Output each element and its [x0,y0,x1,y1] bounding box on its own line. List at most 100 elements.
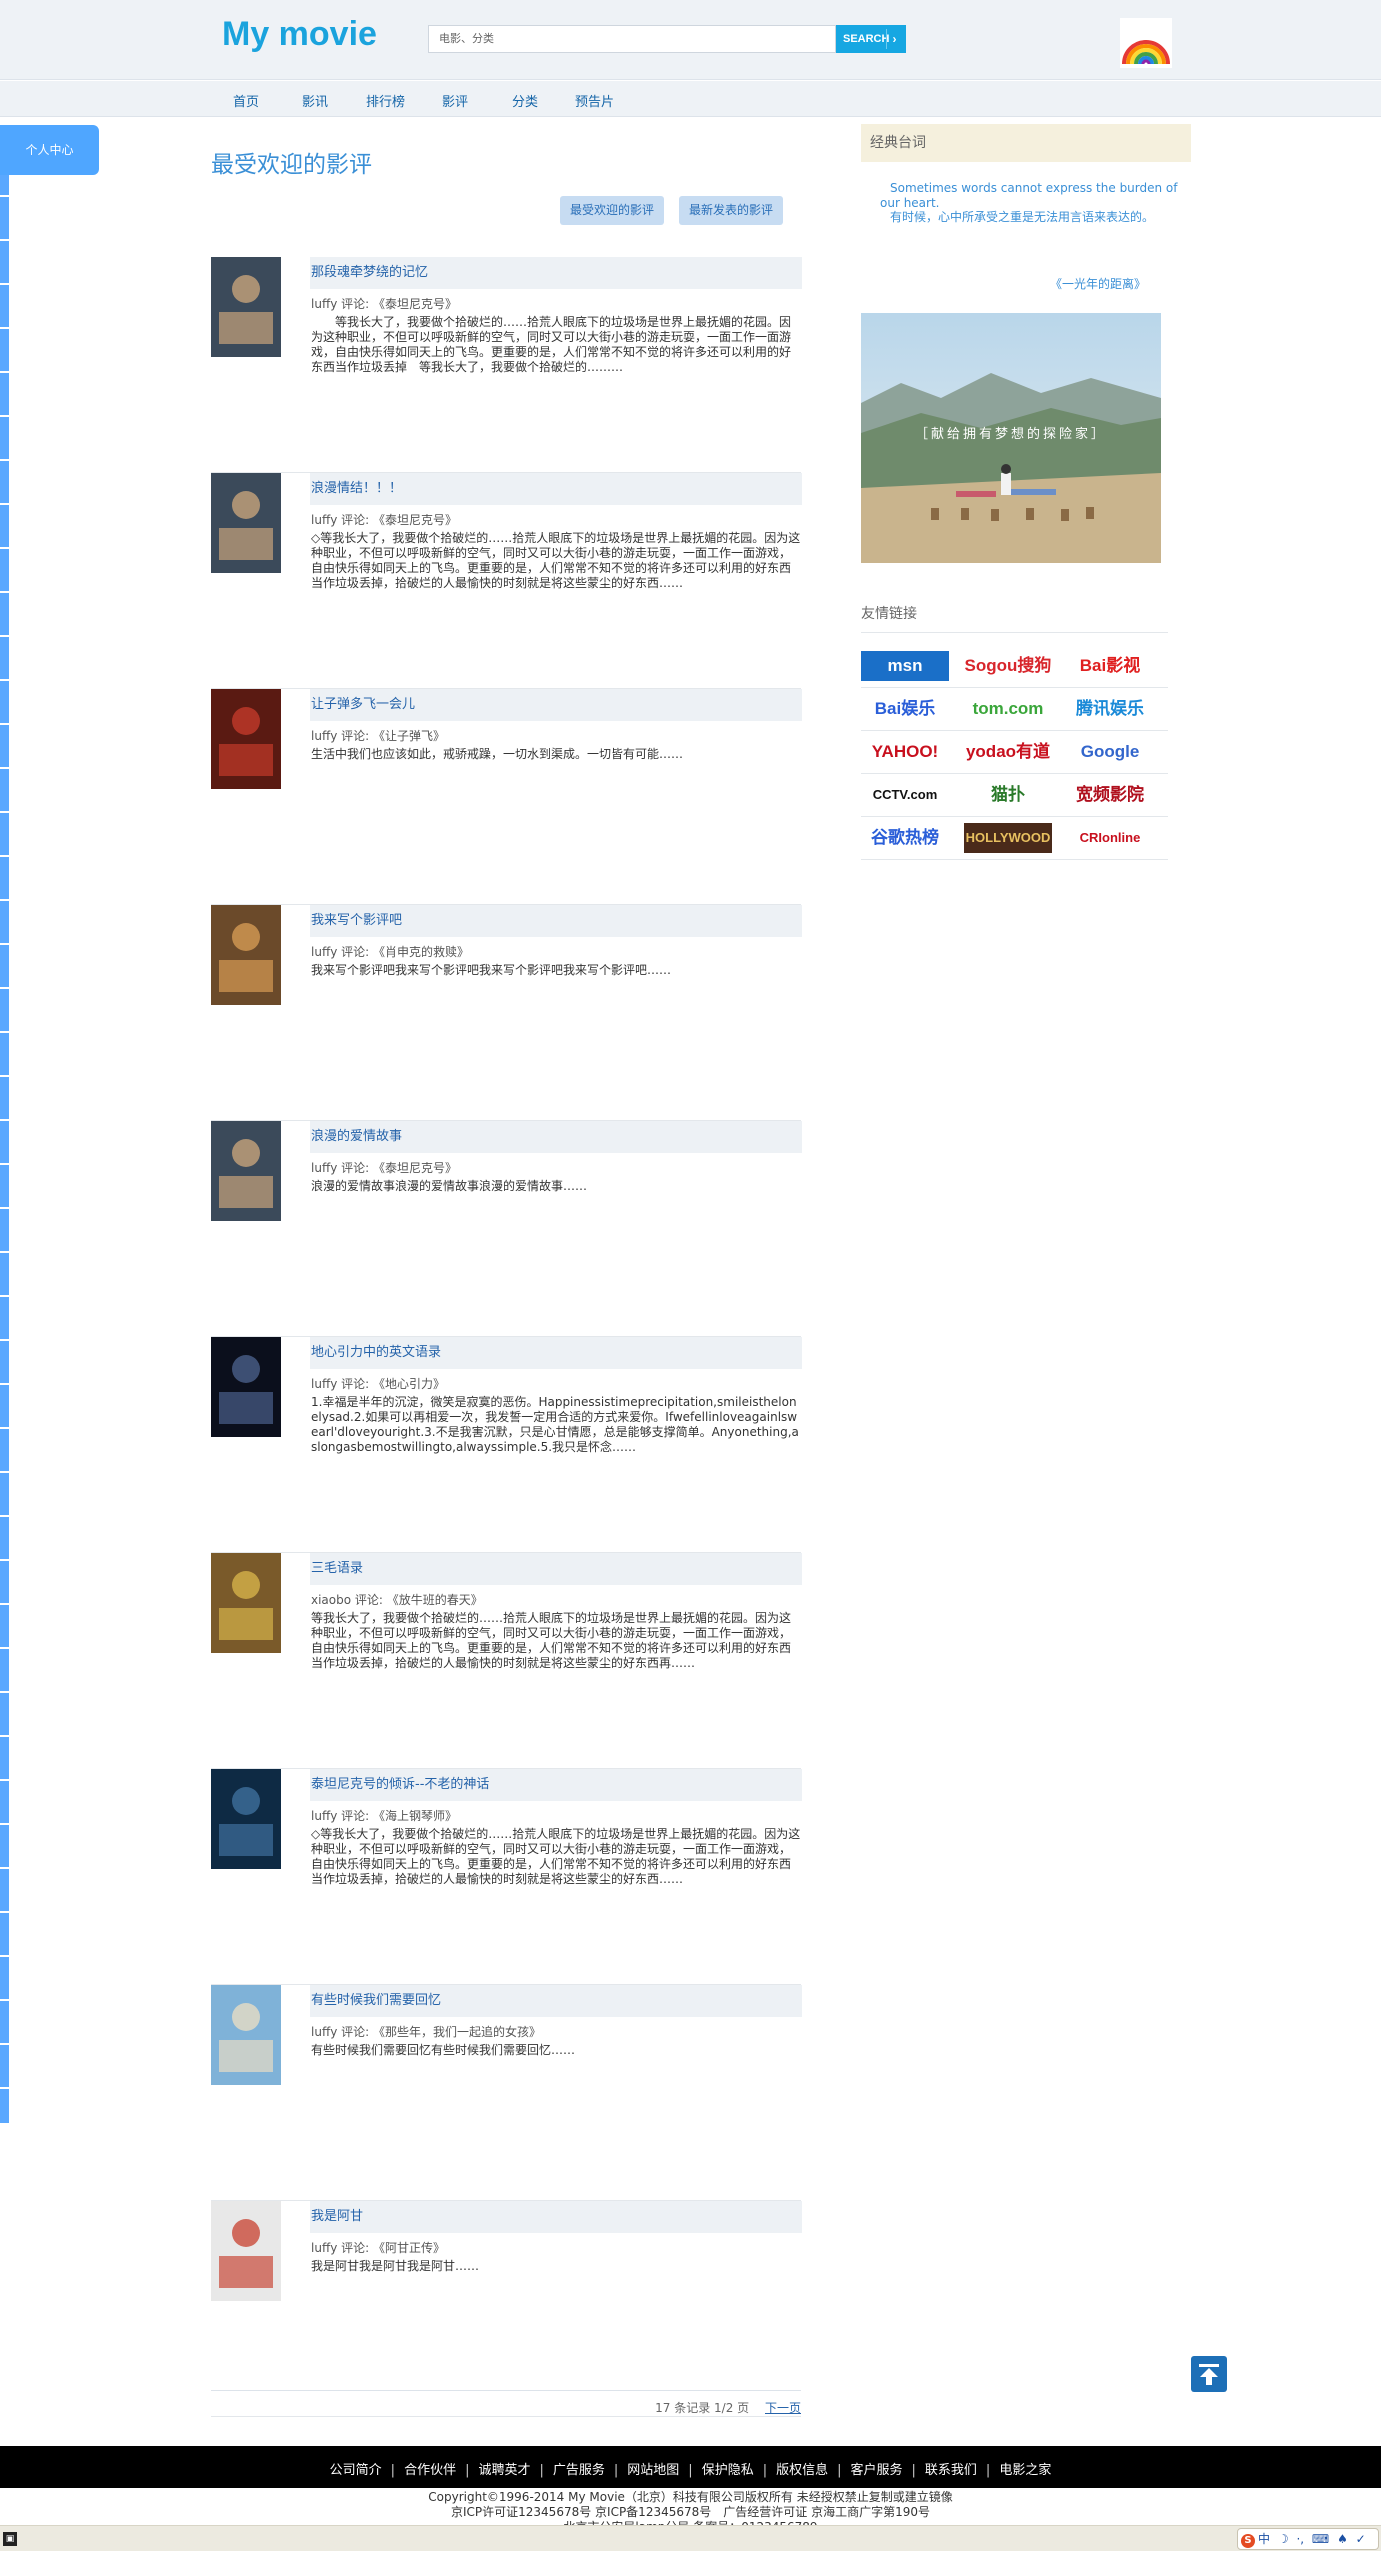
review-body: ◇等我长大了，我要做个拾破烂的……拾荒人眼底下的垃圾场是世界上最抚媚的花园。因为… [311,531,801,590]
quote-title: 经典台词 [861,124,1191,162]
side-strip-notch [0,503,9,505]
copyright-line: Copyright©1996-2014 My Movie（北京）科技有限公司版权… [428,2490,953,2504]
review-title[interactable]: 地心引力中的英文语录 [310,1337,802,1369]
dream-caption: ［献给拥有梦想的探险家］ [914,427,1107,442]
review-body: 生活中我们也应该如此，戒骄戒躁，一切水到渠成。一切皆有可能…… [311,747,684,761]
side-strip-notch [0,1559,9,1561]
movie-poster[interactable] [211,2201,281,2301]
movie-poster[interactable] [211,1553,281,1653]
side-strip-notch [0,1383,9,1385]
skin-icon: ♠ [1337,2532,1348,2546]
side-strip-notch [0,1339,9,1341]
friend-link-logo[interactable]: CRIonline [1066,823,1154,853]
review-title[interactable]: 泰坦尼克号的倾诉--不老的神话 [310,1769,802,1801]
footer-link[interactable]: 电影之家 [999,2463,1051,2478]
review-item: 泰坦尼克号的倾诉--不老的神话 luffy 评论: 《海上钢琴师》 ◇等我长大了，我… [211,1769,802,1985]
movie-poster[interactable] [211,1121,281,1221]
footer-link[interactable]: 联系我们 [925,2463,977,2478]
nav-home[interactable]: 首页 [233,91,259,110]
nav-trailers[interactable]: 预告片 [575,91,614,110]
search-button-label: SEARCH [843,33,890,45]
side-strip-notch [0,415,9,417]
movie-poster[interactable] [211,1769,281,1869]
review-title[interactable]: 有些时候我们需要回忆 [310,1985,802,2017]
rainbow-logo-icon [1120,18,1172,68]
friend-link-logo[interactable]: Sogou搜狗 [964,651,1052,681]
friend-link-logo[interactable]: Google [1066,737,1154,767]
friend-link-logo[interactable]: msn [861,651,949,681]
footer-separator: | [985,2463,991,2478]
movie-poster[interactable] [211,689,281,789]
footer-link[interactable]: 保护隐私 [702,2463,754,2478]
footer-link[interactable]: 网站地图 [627,2463,679,2478]
app-icon[interactable]: ▣ [3,2532,17,2546]
review-title[interactable]: 浪漫情结！！！ [310,473,802,505]
movie-poster[interactable] [211,257,281,357]
taskbar: ▣ S中 ☽ ·, ⌨ ♠ ✓ [0,2525,1381,2551]
footer-separator: | [390,2463,396,2478]
ime-toolbar[interactable]: S中 ☽ ·, ⌨ ♠ ✓ [1237,2528,1379,2550]
side-strip-notch [0,987,9,989]
review-item: 三毛语录 xiaobo 评论: 《放牛班的春天》 等我长大了，我要做个拾破烂的……拾… [211,1553,802,1769]
side-strip-notch [0,767,9,769]
friend-link-logo[interactable]: 腾讯娱乐 [1066,694,1154,724]
sort-latest-button[interactable]: 最新发表的影评 [679,196,784,225]
footer-link[interactable]: 版权信息 [776,2463,828,2478]
friend-link-logo[interactable]: CCTV.com [861,780,949,810]
friend-link-logo[interactable]: YAHOO! [861,737,949,767]
nav-categories[interactable]: 分类 [512,91,538,110]
footer-link[interactable]: 合作伙伴 [404,2463,456,2478]
nav-ranking[interactable]: 排行榜 [366,91,405,110]
movie-poster[interactable] [211,1337,281,1437]
friend-link-logo[interactable]: 宽频影院 [1066,780,1154,810]
side-strip-notch [0,1647,9,1649]
review-body: 1.幸福是半年的沉淀，微笑是寂寞的恶伤。Happinessistimepreci… [311,1395,799,1454]
friend-link-logo[interactable]: Bai娱乐 [861,694,949,724]
review-meta: luffy 评论: 《那些年，我们一起追的女孩》 [311,2025,541,2039]
friend-link-logo[interactable]: Bai影视 [1066,651,1154,681]
nav-reviews[interactable]: 影评 [442,91,468,110]
personal-center-tab[interactable]: 个人中心 [0,125,99,175]
movie-poster[interactable] [211,905,281,1005]
moon-icon: ☽ [1277,2532,1289,2546]
friend-link-logo[interactable]: tom.com [964,694,1052,724]
review-title[interactable]: 三毛语录 [310,1553,802,1585]
friend-link-logo[interactable]: 猫扑 [964,780,1052,810]
main-nav: 首页 影讯 排行榜 影评 分类 预告片 [0,81,1381,117]
sort-popular-button[interactable]: 最受欢迎的影评 [560,196,665,225]
friend-link-logo[interactable]: yodao有道 [964,737,1052,767]
movie-poster[interactable] [211,473,281,573]
review-item: 我来写个影评吧 luffy 评论: 《肖申克的救赎》 我来写个影评吧我来写个影评吧我… [211,905,802,1121]
friend-link-logo[interactable]: HOLLYWOOD [964,823,1052,853]
review-title[interactable]: 我来写个影评吧 [310,905,802,937]
pagination: 17 条记录 1/2 页 下一页 [211,2390,801,2416]
review-item: 那段魂牵梦绕的记忆 luffy 评论: 《泰坦尼克号》 等我长大了，我要做个拾破烂… [211,257,802,473]
review-title[interactable]: 我是阿甘 [310,2201,802,2233]
side-strip-notch [0,811,9,813]
side-strip-notch [0,1075,9,1077]
review-body: 我是阿甘我是阿甘我是阿甘…… [311,2259,480,2273]
footer-link[interactable]: 公司简介 [330,2463,382,2478]
quote-source-link[interactable]: 《一光年的距离》 [1050,275,1146,292]
friend-link-logo[interactable]: 谷歌热榜 [861,823,949,853]
search-input[interactable]: 电影、分类 [428,25,836,53]
footer-link[interactable]: 客户服务 [851,2463,903,2478]
site-logo[interactable]: My movie [222,15,377,54]
nav-news[interactable]: 影讯 [302,91,328,110]
back-to-top-button[interactable] [1191,2356,1227,2392]
review-title[interactable]: 那段魂牵梦绕的记忆 [310,257,802,289]
search-button[interactable]: SEARCH › [836,25,906,53]
footer-link[interactable]: 诚聘英才 [478,2463,530,2478]
review-title[interactable]: 让子弹多飞一会儿 [310,689,802,721]
footer-link[interactable]: 广告服务 [553,2463,605,2478]
link-row-divider [861,773,1168,774]
dream-explorer-image[interactable]: ［献给拥有梦想的探险家］ [861,313,1161,563]
review-title[interactable]: 浪漫的爱情故事 [310,1121,802,1153]
review-meta: xiaobo 评论: 《放牛班的春天》 [311,1593,483,1607]
pagination-summary: 17 条记录 1/2 页 [655,2401,750,2415]
review-item: 我是阿甘 luffy 评论: 《阿甘正传》 我是阿甘我是阿甘我是阿甘…… [211,2201,802,2417]
next-page-link[interactable]: 下一页 [765,2401,801,2415]
movie-poster[interactable] [211,1985,281,2085]
review-meta: luffy 评论: 《泰坦尼克号》 [311,1161,457,1175]
link-row-divider [861,730,1168,731]
